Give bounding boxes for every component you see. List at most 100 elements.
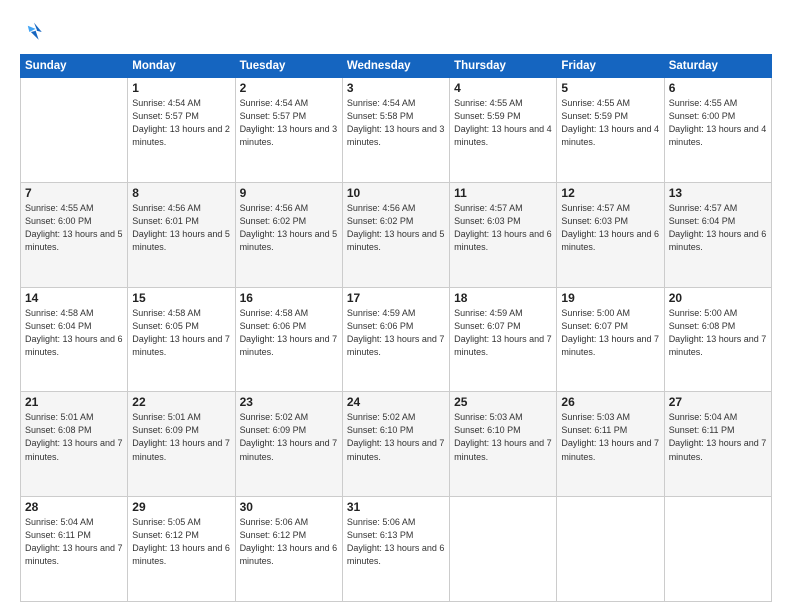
table-row: 18 Sunrise: 4:59 AMSunset: 6:07 PMDayligh… (450, 287, 557, 392)
day-info: Sunrise: 4:55 AMSunset: 5:59 PMDaylight:… (561, 97, 659, 149)
table-row: 14 Sunrise: 4:58 AMSunset: 6:04 PMDayligh… (21, 287, 128, 392)
day-number: 7 (25, 186, 123, 200)
table-row: 12 Sunrise: 4:57 AMSunset: 6:03 PMDayligh… (557, 182, 664, 287)
day-info: Sunrise: 4:55 AMSunset: 5:59 PMDaylight:… (454, 97, 552, 149)
day-info: Sunrise: 5:01 AMSunset: 6:08 PMDaylight:… (25, 411, 123, 463)
day-number: 23 (240, 395, 338, 409)
table-row: 6Sunrise: 4:55 AMSunset: 6:00 PMDaylight… (664, 78, 771, 183)
page: Sunday Monday Tuesday Wednesday Thursday… (0, 0, 792, 612)
table-row: 15Sunrise: 4:58 AMSunset: 6:05 PMDayligh… (128, 287, 235, 392)
day-info: Sunrise: 4:55 AMSunset: 6:00 PMDaylight:… (25, 202, 123, 254)
table-row: 28 Sunrise: 5:04 AMSunset: 6:11 PMDayligh… (21, 497, 128, 602)
day-number: 27 (669, 395, 767, 409)
col-wednesday: Wednesday (342, 55, 449, 78)
calendar-week-row: 28 Sunrise: 5:04 AMSunset: 6:11 PMDayligh… (21, 497, 772, 602)
day-info: Sunrise: 4:57 AMSunset: 6:03 PMDaylight:… (561, 202, 659, 254)
table-row: 24 Sunrise: 5:02 AMSunset: 6:10 PMDayligh… (342, 392, 449, 497)
day-info: Sunrise: 4:57 AMSunset: 6:04 PMDaylight:… (669, 202, 767, 254)
day-info: Sunrise: 4:58 AMSunset: 6:06 PMDaylight:… (240, 307, 338, 359)
col-saturday: Saturday (664, 55, 771, 78)
day-number: 29 (132, 500, 230, 514)
day-number: 4 (454, 81, 552, 95)
day-number: 15 (132, 291, 230, 305)
day-info: Sunrise: 5:06 AMSunset: 6:13 PMDaylight:… (347, 516, 445, 568)
day-info: Sunrise: 5:01 AMSunset: 6:09 PMDaylight:… (132, 411, 230, 463)
day-info: Sunrise: 4:54 AMSunset: 5:57 PMDaylight:… (240, 97, 338, 149)
table-row: 25 Sunrise: 5:03 AMSunset: 6:10 PMDayligh… (450, 392, 557, 497)
day-info: Sunrise: 5:02 AMSunset: 6:09 PMDaylight:… (240, 411, 338, 463)
day-info: Sunrise: 4:55 AMSunset: 6:00 PMDaylight:… (669, 97, 767, 149)
calendar-table: Sunday Monday Tuesday Wednesday Thursday… (20, 54, 772, 602)
day-number: 25 (454, 395, 552, 409)
day-info: Sunrise: 4:59 AMSunset: 6:07 PMDaylight:… (454, 307, 552, 359)
table-row: 4 Sunrise: 4:55 AMSunset: 5:59 PMDaylight… (450, 78, 557, 183)
table-row: 29 Sunrise: 5:05 AMSunset: 6:12 PMDayligh… (128, 497, 235, 602)
day-info: Sunrise: 5:03 AMSunset: 6:10 PMDaylight:… (454, 411, 552, 463)
table-row: 31 Sunrise: 5:06 AMSunset: 6:13 PMDayligh… (342, 497, 449, 602)
table-row: 1 Sunrise: 4:54 AMSunset: 5:57 PMDaylight… (128, 78, 235, 183)
table-row: 9 Sunrise: 4:56 AMSunset: 6:02 PMDaylight… (235, 182, 342, 287)
table-row: 30 Sunrise: 5:06 AMSunset: 6:12 PMDayligh… (235, 497, 342, 602)
logo-bird-icon (20, 18, 48, 46)
day-number: 21 (25, 395, 123, 409)
logo (20, 18, 52, 46)
table-row: 16 Sunrise: 4:58 AMSunset: 6:06 PMDayligh… (235, 287, 342, 392)
day-info: Sunrise: 4:56 AMSunset: 6:02 PMDaylight:… (347, 202, 445, 254)
table-row: 23 Sunrise: 5:02 AMSunset: 6:09 PMDayligh… (235, 392, 342, 497)
day-number: 22 (132, 395, 230, 409)
day-number: 9 (240, 186, 338, 200)
calendar-week-row: 21 Sunrise: 5:01 AMSunset: 6:08 PMDayligh… (21, 392, 772, 497)
table-row (664, 497, 771, 602)
day-number: 11 (454, 186, 552, 200)
table-row: 27 Sunrise: 5:04 AMSunset: 6:11 PMDayligh… (664, 392, 771, 497)
day-info: Sunrise: 5:04 AMSunset: 6:11 PMDaylight:… (25, 516, 123, 568)
day-info: Sunrise: 4:59 AMSunset: 6:06 PMDaylight:… (347, 307, 445, 359)
day-info: Sunrise: 4:58 AMSunset: 6:04 PMDaylight:… (25, 307, 123, 359)
table-row (21, 78, 128, 183)
day-number: 14 (25, 291, 123, 305)
calendar-week-row: 7 Sunrise: 4:55 AMSunset: 6:00 PMDaylight… (21, 182, 772, 287)
day-info: Sunrise: 5:04 AMSunset: 6:11 PMDaylight:… (669, 411, 767, 463)
table-row: 19Sunrise: 5:00 AMSunset: 6:07 PMDayligh… (557, 287, 664, 392)
table-row: 20Sunrise: 5:00 AMSunset: 6:08 PMDayligh… (664, 287, 771, 392)
day-info: Sunrise: 5:06 AMSunset: 6:12 PMDaylight:… (240, 516, 338, 568)
day-number: 10 (347, 186, 445, 200)
calendar-week-row: 14 Sunrise: 4:58 AMSunset: 6:04 PMDayligh… (21, 287, 772, 392)
table-row (557, 497, 664, 602)
calendar-week-row: 1 Sunrise: 4:54 AMSunset: 5:57 PMDaylight… (21, 78, 772, 183)
day-info: Sunrise: 4:56 AMSunset: 6:02 PMDaylight:… (240, 202, 338, 254)
header (20, 18, 772, 46)
calendar-header-row: Sunday Monday Tuesday Wednesday Thursday… (21, 55, 772, 78)
table-row: 11 Sunrise: 4:57 AMSunset: 6:03 PMDayligh… (450, 182, 557, 287)
day-number: 3 (347, 81, 445, 95)
table-row: 5Sunrise: 4:55 AMSunset: 5:59 PMDaylight… (557, 78, 664, 183)
table-row: 26Sunrise: 5:03 AMSunset: 6:11 PMDayligh… (557, 392, 664, 497)
day-number: 28 (25, 500, 123, 514)
table-row: 3 Sunrise: 4:54 AMSunset: 5:58 PMDaylight… (342, 78, 449, 183)
day-info: Sunrise: 4:54 AMSunset: 5:57 PMDaylight:… (132, 97, 230, 149)
day-number: 26 (561, 395, 659, 409)
day-info: Sunrise: 5:05 AMSunset: 6:12 PMDaylight:… (132, 516, 230, 568)
day-info: Sunrise: 4:54 AMSunset: 5:58 PMDaylight:… (347, 97, 445, 149)
day-number: 1 (132, 81, 230, 95)
col-friday: Friday (557, 55, 664, 78)
table-row: 13Sunrise: 4:57 AMSunset: 6:04 PMDayligh… (664, 182, 771, 287)
day-number: 31 (347, 500, 445, 514)
day-number: 30 (240, 500, 338, 514)
day-number: 20 (669, 291, 767, 305)
day-number: 24 (347, 395, 445, 409)
day-info: Sunrise: 5:02 AMSunset: 6:10 PMDaylight:… (347, 411, 445, 463)
day-number: 18 (454, 291, 552, 305)
col-monday: Monday (128, 55, 235, 78)
table-row (450, 497, 557, 602)
table-row: 21 Sunrise: 5:01 AMSunset: 6:08 PMDayligh… (21, 392, 128, 497)
day-number: 16 (240, 291, 338, 305)
table-row: 22 Sunrise: 5:01 AMSunset: 6:09 PMDayligh… (128, 392, 235, 497)
day-info: Sunrise: 4:57 AMSunset: 6:03 PMDaylight:… (454, 202, 552, 254)
table-row: 10 Sunrise: 4:56 AMSunset: 6:02 PMDayligh… (342, 182, 449, 287)
day-info: Sunrise: 5:00 AMSunset: 6:07 PMDaylight:… (561, 307, 659, 359)
col-tuesday: Tuesday (235, 55, 342, 78)
day-number: 12 (561, 186, 659, 200)
col-thursday: Thursday (450, 55, 557, 78)
col-sunday: Sunday (21, 55, 128, 78)
